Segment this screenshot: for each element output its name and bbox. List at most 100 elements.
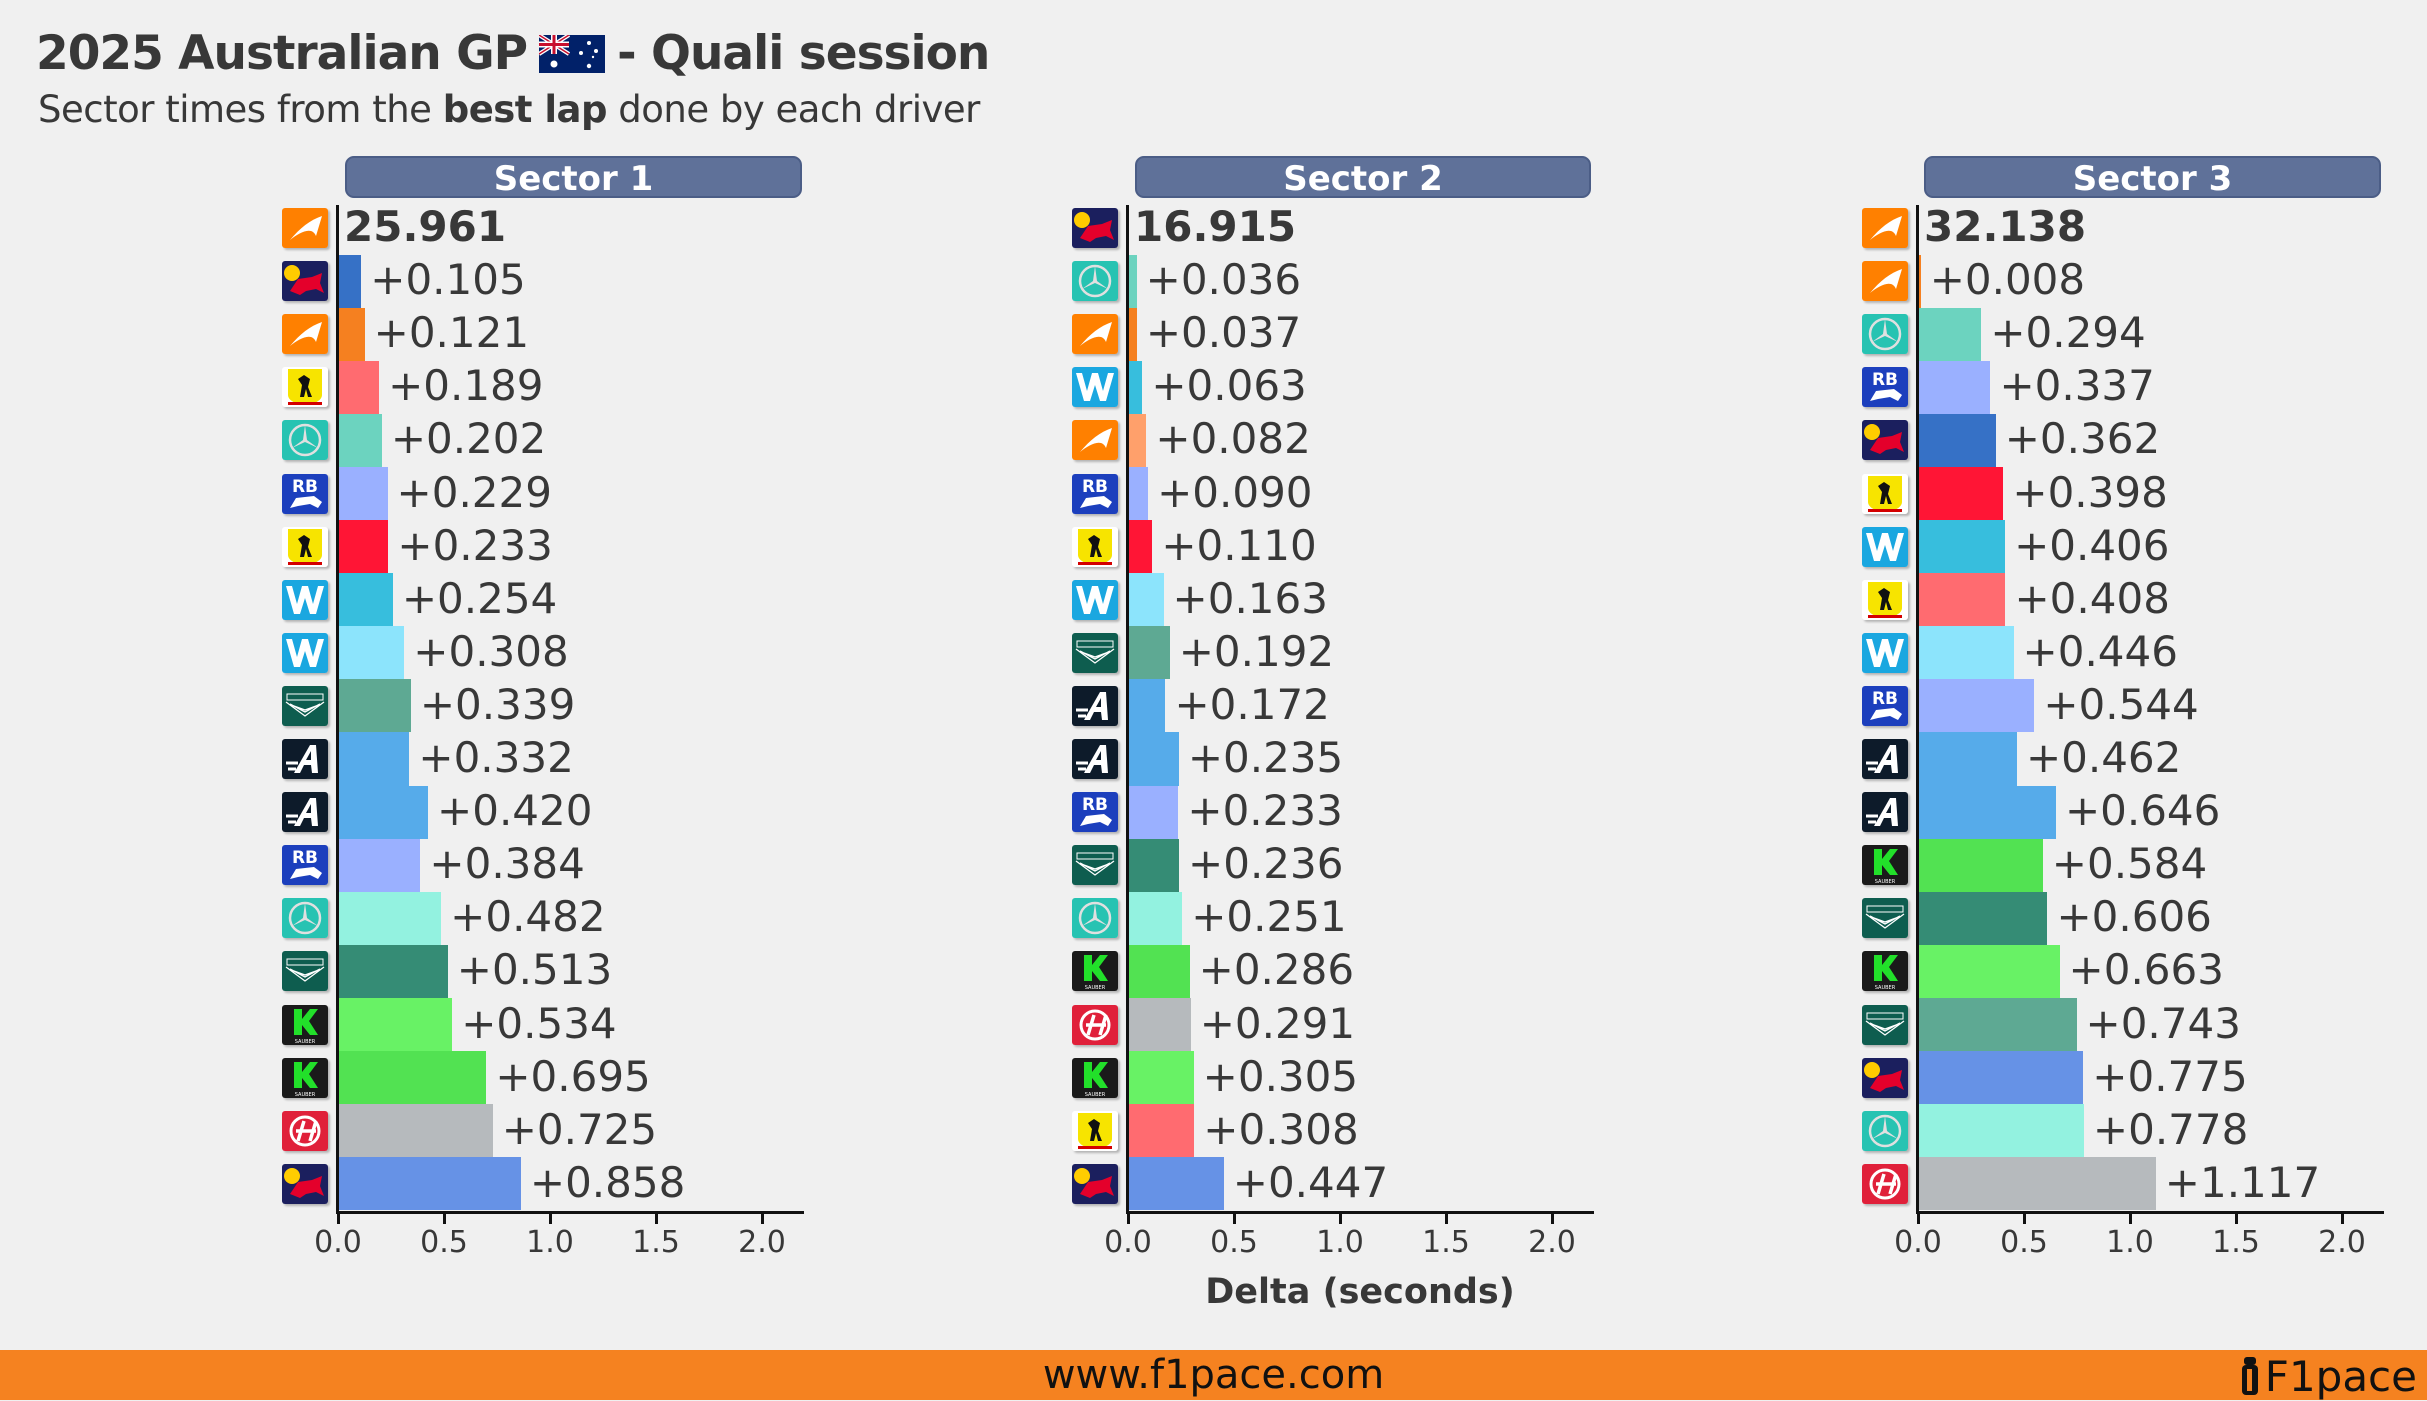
alpine-logo-icon [1072, 739, 1118, 779]
delta-label: +0.254 [401, 573, 558, 623]
delta-label: +0.534 [461, 998, 617, 1048]
x-tick-label: 0.0 [1104, 1225, 1152, 1260]
delta-label: +1.117 [2164, 1157, 2321, 1207]
subtitle-bold: best lap [442, 88, 608, 131]
delta-label: +0.606 [2056, 892, 2212, 942]
delta-bar [1129, 254, 1137, 308]
delta-bar [1129, 679, 1166, 733]
williams-logo-icon [1862, 526, 1908, 567]
delta-bar [339, 679, 411, 733]
racing-bulls-logo-icon: RB [1862, 367, 1908, 408]
delta-bar [1129, 732, 1179, 786]
svg-text:SAUBER: SAUBER [295, 1092, 316, 1098]
ferrari-logo-icon [1072, 1110, 1118, 1151]
svg-text:RB: RB [1872, 370, 1898, 390]
mclaren-logo-icon [282, 208, 328, 248]
delta-bar [339, 466, 388, 521]
footer-bar: www.f1pace.com F1pace [0, 1350, 2427, 1401]
delta-label: +0.339 [419, 679, 576, 729]
delta-bar [339, 997, 453, 1052]
mclaren-logo-icon [1072, 420, 1118, 461]
footer-url-link[interactable]: www.f1pace.com [1043, 1352, 1384, 1398]
x-tick [1233, 1214, 1236, 1224]
ferrari-logo-icon [1862, 579, 1908, 620]
delta-bar [339, 1051, 487, 1105]
delta-label: +0.236 [1188, 839, 1344, 889]
delta-bar [339, 626, 405, 680]
delta-bar [339, 838, 421, 892]
delta-label: +0.725 [501, 1104, 658, 1154]
svg-text:RB: RB [292, 848, 318, 868]
chart-title: 2025 Australian GP - Quali session [36, 26, 990, 81]
delta-bar [1129, 466, 1149, 521]
mclaren-logo-icon [282, 314, 328, 355]
sauber-logo-icon: SAUBER [1862, 845, 1908, 886]
redbull-logo-icon [282, 1163, 328, 1204]
delta-label: +0.362 [2004, 414, 2161, 464]
svg-text:RB: RB [1082, 477, 1108, 497]
svg-text:SAUBER: SAUBER [295, 1039, 316, 1045]
delta-bar [1919, 785, 2056, 839]
x-tick-label: 2.0 [2318, 1225, 2366, 1260]
subtitle-post: done by each driver [607, 88, 980, 131]
ferrari-logo-icon [282, 367, 328, 408]
delta-bar [339, 413, 382, 467]
x-tick-label: 0.0 [314, 1225, 362, 1260]
svg-text:RB: RB [1082, 795, 1108, 815]
delta-label: +0.308 [413, 626, 569, 676]
svg-text:SAUBER: SAUBER [1875, 985, 1896, 991]
x-tick [549, 1214, 552, 1224]
williams-logo-icon [1072, 367, 1118, 408]
delta-label: +0.420 [437, 786, 593, 836]
x-tick-label: 0.0 [1894, 1225, 1942, 1260]
haas-logo-icon [282, 1110, 328, 1151]
sector-header: Sector 3 [1924, 156, 2381, 199]
sauber-logo-icon: SAUBER [1072, 1057, 1118, 1098]
x-tick [2235, 1214, 2238, 1224]
delta-bar [1919, 573, 2006, 627]
x-tick [1339, 1214, 1342, 1224]
delta-label: +0.110 [1161, 520, 1317, 570]
y-axis-line [1916, 205, 1919, 1211]
delta-bar [1919, 997, 2077, 1052]
sauber-logo-icon: SAUBER [282, 1057, 328, 1098]
redbull-logo-icon [1072, 1163, 1118, 1204]
sauber-logo-icon: SAUBER [1072, 951, 1118, 992]
williams-logo-icon [1862, 632, 1908, 673]
best-time-label: 32.138 [1924, 202, 2087, 251]
delta-bar [1919, 891, 2048, 945]
delta-label: +0.008 [1929, 255, 2086, 305]
delta-bar [1919, 466, 2004, 521]
racing-bulls-logo-icon: RB [282, 845, 328, 886]
delta-label: +0.172 [1174, 679, 1330, 729]
title-session: - Quali session [617, 26, 990, 81]
x-tick-label: 1.5 [2212, 1225, 2260, 1260]
racing-bulls-logo-icon: RB [282, 473, 328, 514]
delta-label: +0.286 [1198, 945, 1355, 995]
delta-bar [1129, 891, 1183, 945]
x-tick-label: 1.5 [632, 1225, 680, 1260]
sector-header: Sector 2 [1135, 156, 1591, 199]
delta-bar [1919, 413, 1996, 467]
footer-brand-text: F1pace [2264, 1352, 2417, 1401]
svg-text:RB: RB [292, 477, 318, 497]
delta-label: +0.584 [2051, 839, 2208, 889]
delta-bar [339, 360, 380, 414]
x-axis-label: Delta (seconds) [1205, 1272, 1515, 1312]
alpine-logo-icon [1862, 792, 1908, 833]
x-tick [655, 1214, 658, 1224]
x-tick [1551, 1214, 1554, 1224]
delta-bar [1129, 785, 1179, 839]
ferrari-logo-icon [282, 526, 328, 567]
subtitle-pre: Sector times from the [38, 88, 443, 131]
x-tick-label: 1.5 [1422, 1225, 1470, 1260]
title-main: 2025 Australian GP [36, 26, 528, 81]
delta-bar [1129, 573, 1164, 627]
redbull-logo-icon [1862, 1057, 1908, 1098]
delta-bar [1919, 626, 2014, 680]
alpine-logo-icon [282, 792, 328, 833]
delta-label: +0.778 [2092, 1104, 2249, 1154]
y-axis-line [336, 205, 339, 1211]
alpine-logo-icon [282, 739, 328, 779]
svg-text:SAUBER: SAUBER [1875, 879, 1896, 885]
